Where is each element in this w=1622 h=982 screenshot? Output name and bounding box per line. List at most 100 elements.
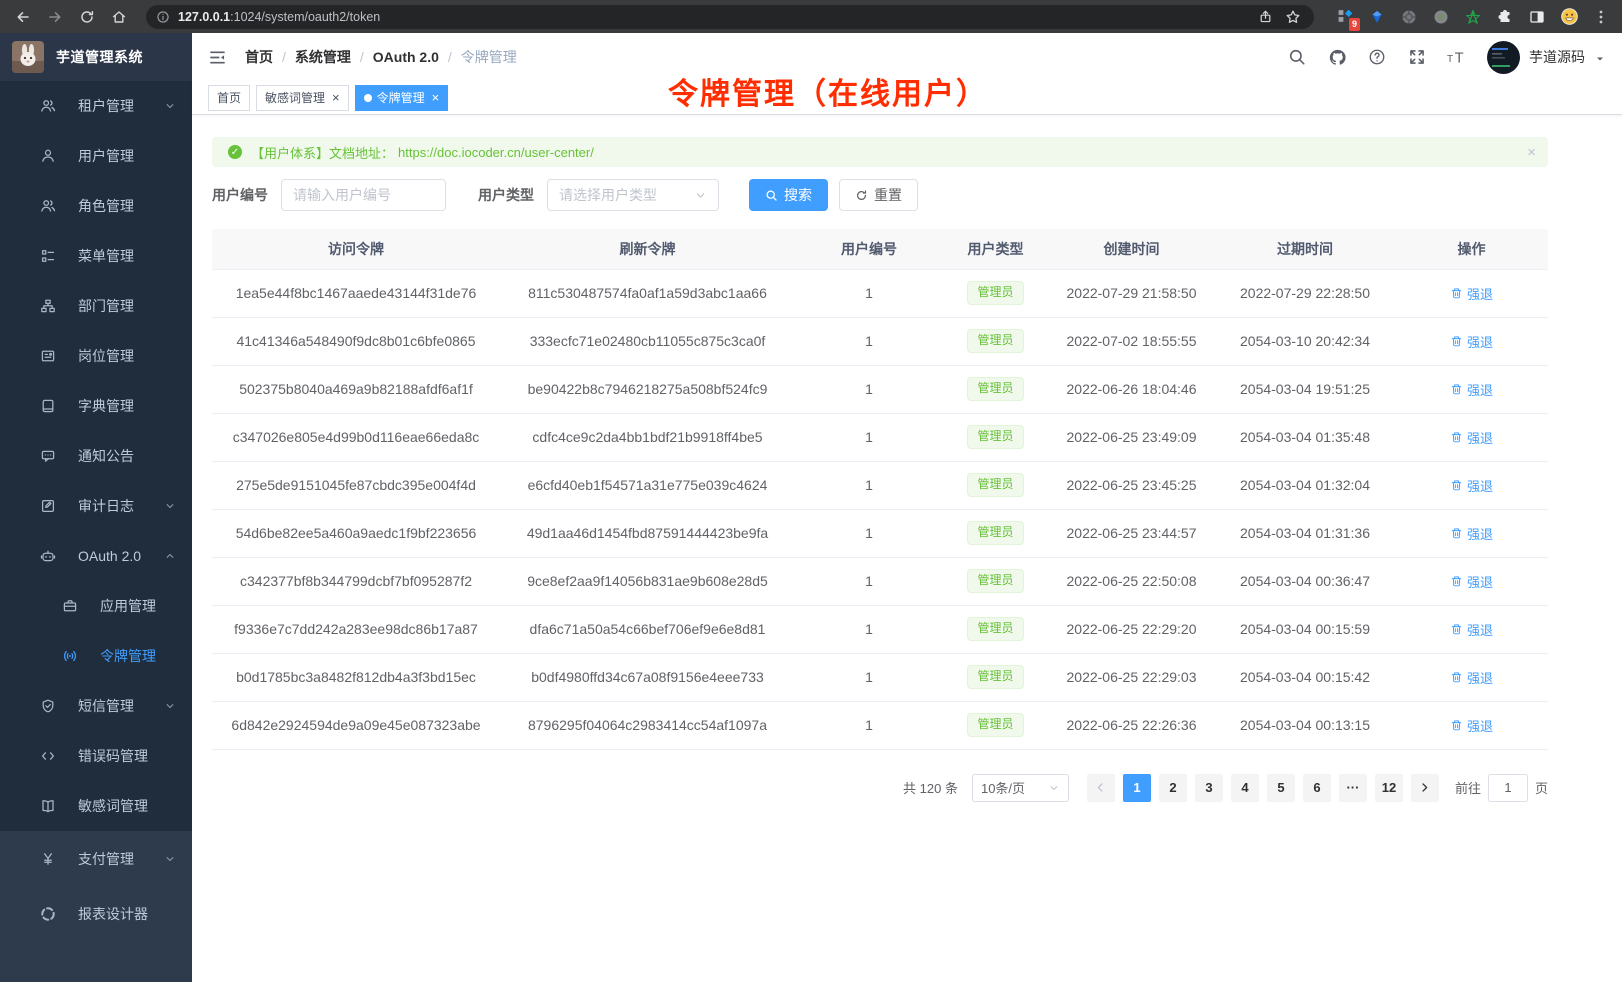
force-logout-button[interactable]: 强退 [1450, 572, 1493, 591]
extension-record-icon[interactable] [1430, 6, 1452, 28]
page-button-1[interactable]: 1 [1123, 774, 1151, 802]
notice-icon [40, 448, 56, 464]
user-type-badge: 管理员 [967, 617, 1023, 641]
sidebar-item-应用管理[interactable]: 应用管理 [0, 581, 192, 631]
tab-close-icon[interactable]: × [332, 91, 340, 104]
doc-link[interactable]: https://doc.iocoder.cn/user-center/ [398, 145, 594, 160]
font-size-icon[interactable]: TT [1447, 47, 1467, 67]
app-logo[interactable]: 芋道管理系统 [0, 33, 192, 81]
reset-button[interactable]: 重置 [839, 179, 918, 211]
refresh-token-cell: e6cfd40eb1f54571a31e775e039c4624 [500, 461, 795, 509]
page-button-3[interactable]: 3 [1195, 774, 1223, 802]
force-logout-button[interactable]: 强退 [1450, 284, 1493, 303]
access-token-cell: c347026e805e4d99b0d116eae66eda8c [212, 413, 500, 461]
url-bar[interactable]: 127.0.0.1:1024/system/oauth2/token [146, 5, 1314, 29]
sidebar-item-OAuth 2.0[interactable]: OAuth 2.0 [0, 531, 192, 581]
refresh-token-cell: be90422b8c7946218275a508bf524fc9 [500, 365, 795, 413]
page-button-2[interactable]: 2 [1159, 774, 1187, 802]
browser-forward-icon[interactable] [42, 4, 68, 30]
table-row: 41c41346a548490f9dc8b01c6bfe0865333ecfc7… [212, 317, 1548, 365]
help-icon[interactable] [1367, 47, 1387, 67]
fullscreen-icon[interactable] [1407, 47, 1427, 67]
user-type-select[interactable]: 请选择用户类型 [547, 179, 719, 211]
browser-menu-icon[interactable] [1590, 6, 1612, 28]
tab-令牌管理[interactable]: 令牌管理× [355, 85, 449, 111]
browser-home-icon[interactable] [106, 4, 132, 30]
user-type-badge: 管理员 [967, 329, 1023, 353]
sidebar-collapse-icon[interactable] [208, 48, 227, 67]
breadcrumb-item[interactable]: 首页 [245, 47, 273, 67]
extension-gem-icon[interactable] [1366, 6, 1388, 28]
page-button-4[interactable]: 4 [1231, 774, 1259, 802]
sidebar-item-支付管理[interactable]: 支付管理 [0, 831, 192, 886]
prev-page-button[interactable] [1087, 774, 1115, 802]
github-icon[interactable] [1327, 47, 1347, 67]
refresh-token-cell: 333ecfc71e02480cb11055c875c3ca0f [500, 317, 795, 365]
refresh-token-cell: cdfc4ce9c2da4bb1bdf21b9918ff4be5 [500, 413, 795, 461]
extension-apps-icon[interactable]: 9 [1334, 6, 1356, 28]
sidebar-item-敏感词管理[interactable]: 敏感词管理 [0, 781, 192, 831]
sidebar-item-错误码管理[interactable]: 错误码管理 [0, 731, 192, 781]
force-logout-button[interactable]: 强退 [1450, 428, 1493, 447]
svg-text:T: T [1447, 54, 1453, 65]
page-button-12[interactable]: 12 [1375, 774, 1403, 802]
alert-close-icon[interactable]: × [1527, 144, 1536, 161]
trash-icon [1450, 383, 1463, 396]
sidebar-item-短信管理[interactable]: 短信管理 [0, 681, 192, 731]
sidebar-item-报表设计器[interactable]: 报表设计器 [0, 886, 192, 941]
tab-首页[interactable]: 首页 [208, 85, 250, 111]
user-id-input[interactable] [293, 187, 434, 203]
extension-star-icon[interactable] [1462, 6, 1484, 28]
expire-time-cell: 2054-03-04 01:35:48 [1215, 413, 1395, 461]
sidebar-item-角色管理[interactable]: 角色管理 [0, 181, 192, 231]
goto-page-input[interactable] [1488, 774, 1528, 802]
browser-back-icon[interactable] [10, 4, 36, 30]
page-button-6[interactable]: 6 [1303, 774, 1331, 802]
force-logout-button[interactable]: 强退 [1450, 716, 1493, 735]
search-button[interactable]: 搜索 [749, 179, 828, 211]
sidebar-item-通知公告[interactable]: 通知公告 [0, 431, 192, 481]
sidebar-item-部门管理[interactable]: 部门管理 [0, 281, 192, 331]
force-logout-button[interactable]: 强退 [1450, 380, 1493, 399]
page-button-5[interactable]: 5 [1267, 774, 1295, 802]
table-row: 275e5de9151045fe87cbdc395e004f4de6cfd40e… [212, 461, 1548, 509]
column-header: 操作 [1395, 229, 1548, 269]
next-page-button[interactable] [1411, 774, 1439, 802]
breadcrumb-item[interactable]: OAuth 2.0 [373, 49, 439, 65]
force-logout-button[interactable]: 强退 [1450, 476, 1493, 495]
sidebar-item-审计日志[interactable]: 审计日志 [0, 481, 192, 531]
force-logout-button[interactable]: 强退 [1450, 524, 1493, 543]
sidebar-item-令牌管理[interactable]: 令牌管理 [0, 631, 192, 681]
sidebar-item-租户管理[interactable]: 租户管理 [0, 81, 192, 131]
site-info-icon[interactable] [156, 10, 170, 24]
force-logout-button[interactable]: 强退 [1450, 332, 1493, 351]
access-token-cell: 275e5de9151045fe87cbdc395e004f4d [212, 461, 500, 509]
user-id-cell: 1 [795, 605, 943, 653]
search-icon[interactable] [1287, 47, 1307, 67]
page-size-select[interactable]: 10条/页 [972, 774, 1069, 802]
extension-wheel-icon[interactable] [1398, 6, 1420, 28]
action-cell: 强退 [1395, 653, 1548, 701]
sidebar-item-岗位管理[interactable]: 岗位管理 [0, 331, 192, 381]
sidebar-item-字典管理[interactable]: 字典管理 [0, 381, 192, 431]
column-header: 创建时间 [1048, 229, 1215, 269]
extension-avatar-emoji-icon[interactable] [1558, 6, 1580, 28]
share-icon[interactable] [1254, 6, 1276, 28]
extension-splitview-icon[interactable] [1526, 6, 1548, 28]
force-logout-button[interactable]: 强退 [1450, 620, 1493, 639]
extension-puzzle-icon[interactable] [1494, 6, 1516, 28]
user-menu[interactable]: 芋道源码 [1487, 41, 1606, 74]
create-time-cell: 2022-06-25 22:29:03 [1048, 653, 1215, 701]
breadcrumb: 首页/系统管理/OAuth 2.0/令牌管理 [245, 47, 517, 67]
bookmark-star-icon[interactable] [1282, 6, 1304, 28]
tab-close-icon[interactable]: × [432, 91, 440, 104]
tab-敏感词管理[interactable]: 敏感词管理× [256, 85, 349, 111]
breadcrumb-item[interactable]: 系统管理 [295, 47, 351, 67]
sidebar-item-菜单管理[interactable]: 菜单管理 [0, 231, 192, 281]
browser-reload-icon[interactable] [74, 4, 100, 30]
column-header: 访问令牌 [212, 229, 500, 269]
refresh-token-cell: 8796295f04064c2983414cc54af1097a [500, 701, 795, 749]
force-logout-button[interactable]: 强退 [1450, 668, 1493, 687]
sidebar-item-用户管理[interactable]: 用户管理 [0, 131, 192, 181]
page-ellipsis[interactable]: ··· [1339, 774, 1367, 802]
